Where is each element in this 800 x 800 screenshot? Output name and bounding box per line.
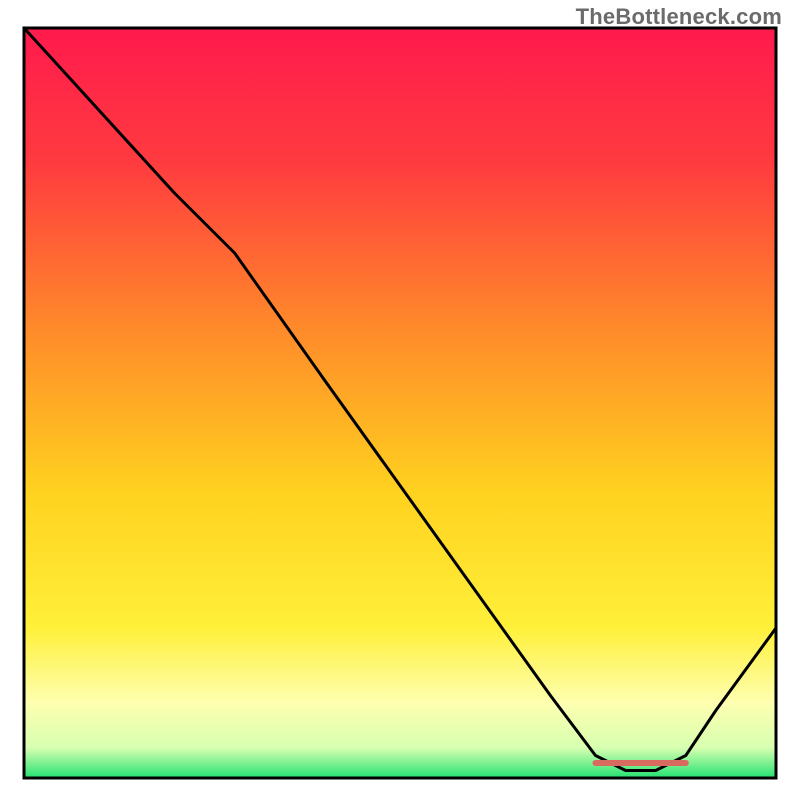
bottleneck-chart	[0, 0, 800, 800]
watermark-text: TheBottleneck.com	[576, 4, 782, 30]
plot-background	[24, 28, 776, 778]
plot-area	[24, 28, 776, 778]
chart-container: TheBottleneck.com	[0, 0, 800, 800]
